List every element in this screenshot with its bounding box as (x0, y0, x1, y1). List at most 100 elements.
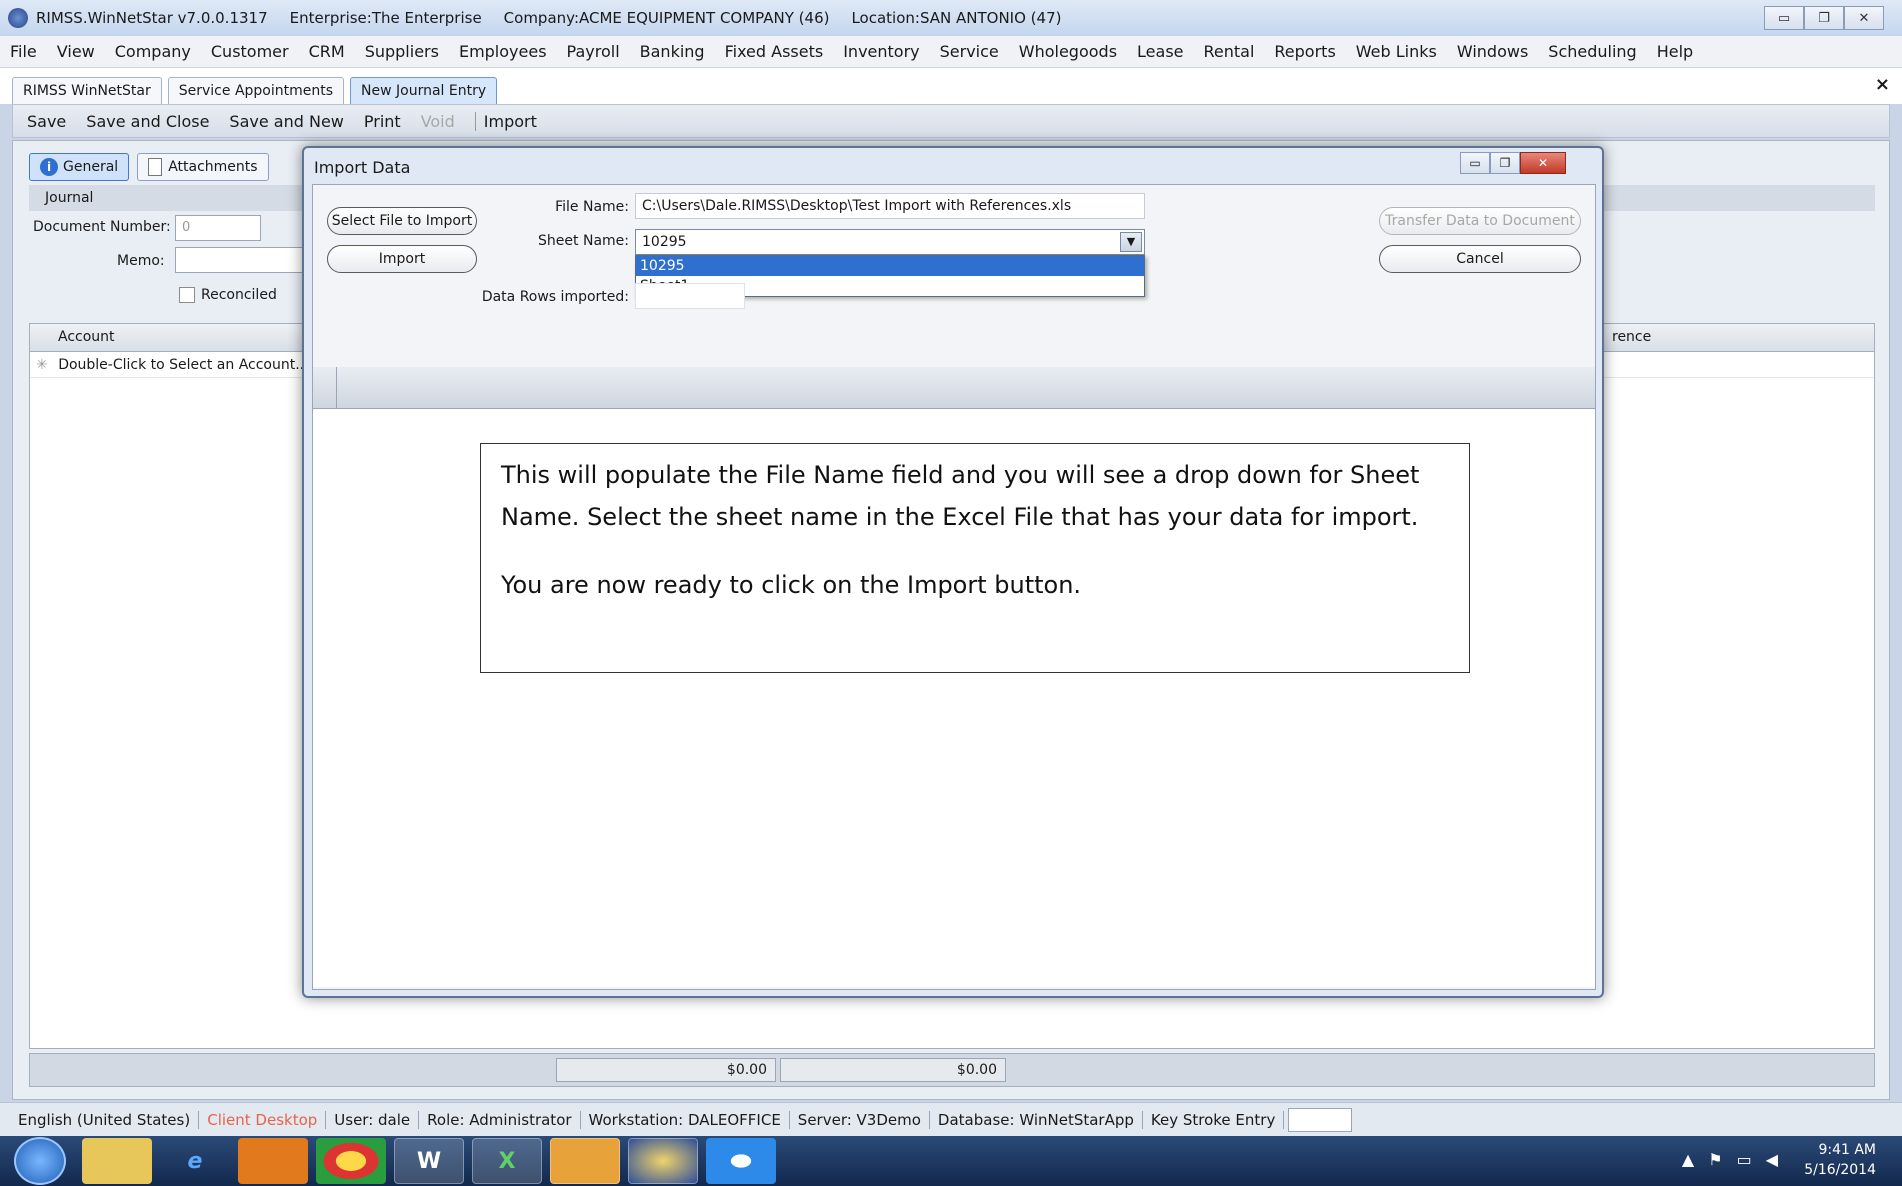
menu-view[interactable]: View (57, 42, 95, 61)
dialog-window-controls: ▭ ❐ ✕ (1460, 152, 1566, 174)
menu-file[interactable]: File (10, 42, 37, 61)
status-database: Database: WinNetStarApp (930, 1110, 1143, 1129)
file-name-label: File Name: (555, 199, 629, 215)
location-label: Location:SAN ANTONIO (47) (851, 9, 1062, 27)
callout-line-1: This will populate the File Name field a… (501, 461, 1420, 531)
file-name-field[interactable]: C:\Users\Dale.RIMSS\Desktop\Test Import … (635, 193, 1145, 219)
credit-total: $0.00 (780, 1058, 1006, 1082)
menu-inventory[interactable]: Inventory (843, 42, 919, 61)
taskbar: e W X ▲⚑▭◀ 9:41 AM 5/16/2014 (0, 1136, 1902, 1186)
menu-company[interactable]: Company (115, 42, 191, 61)
menu-customer[interactable]: Customer (211, 42, 289, 61)
sheet-name-value: 10295 (642, 234, 687, 250)
start-button[interactable] (14, 1137, 66, 1185)
menu-wholegoods[interactable]: Wholegoods (1019, 42, 1117, 61)
document-number-label: Document Number: (33, 219, 171, 235)
outlook-icon[interactable] (550, 1138, 620, 1184)
file-explorer-icon[interactable] (82, 1138, 152, 1184)
cancel-button[interactable]: Cancel (1379, 245, 1581, 273)
menu-service[interactable]: Service (940, 42, 999, 61)
tab-attachments[interactable]: Attachments (137, 153, 269, 181)
menu-employees[interactable]: Employees (459, 42, 547, 61)
menu-lease[interactable]: Lease (1137, 42, 1183, 61)
dialog-restore-icon[interactable]: ❐ (1490, 152, 1520, 174)
document-tabs: RIMSS WinNetStar Service Appointments Ne… (0, 68, 1902, 104)
remote-app-icon[interactable] (706, 1138, 776, 1184)
menu-scheduling[interactable]: Scheduling (1548, 42, 1636, 61)
save-button[interactable]: Save (27, 112, 66, 131)
save-and-close-button[interactable]: Save and Close (86, 112, 209, 131)
excel-icon[interactable]: X (472, 1138, 542, 1184)
dialog-title: Import Data (314, 158, 411, 177)
tab-general[interactable]: i General (29, 153, 130, 181)
save-and-new-button[interactable]: Save and New (229, 112, 343, 131)
menu-web-links[interactable]: Web Links (1356, 42, 1437, 61)
preview-grid-header (313, 367, 1595, 409)
company-label: Company:ACME EQUIPMENT COMPANY (46) (503, 9, 830, 27)
chrome-icon[interactable] (316, 1138, 386, 1184)
close-tab-icon[interactable]: × (1875, 74, 1890, 95)
status-server: Server: V3Demo (790, 1110, 930, 1129)
column-account[interactable]: Account (58, 329, 115, 345)
chevron-down-icon[interactable]: ▼ (1120, 232, 1142, 252)
media-player-icon[interactable] (238, 1138, 308, 1184)
restore-icon[interactable]: ❐ (1804, 6, 1844, 30)
status-mode: Client Desktop (199, 1110, 327, 1129)
clock-time: 9:41 AM (1818, 1142, 1876, 1158)
enterprise-label: Enterprise:The Enterprise (289, 9, 482, 27)
app-title: RIMSS.WinNetStar v7.0.0.1317 (36, 9, 268, 27)
menu-suppliers[interactable]: Suppliers (365, 42, 439, 61)
dialog-close-icon[interactable]: ✕ (1520, 152, 1566, 174)
window-title-bar: RIMSS.WinNetStar v7.0.0.1317 Enterprise:… (0, 0, 1902, 36)
menu-fixed-assets[interactable]: Fixed Assets (725, 42, 824, 61)
keystroke-entry-field[interactable] (1288, 1107, 1353, 1132)
menu-crm[interactable]: CRM (309, 42, 345, 61)
status-language: English (United States) (10, 1110, 200, 1129)
reconciled-checkbox[interactable] (179, 287, 195, 303)
tab-new-journal-entry[interactable]: New Journal Entry (350, 77, 498, 104)
minimize-icon[interactable]: ▭ (1764, 6, 1804, 30)
memo-label: Memo: (117, 253, 165, 269)
document-number-field[interactable]: 0 (175, 215, 261, 241)
memo-field[interactable] (175, 247, 305, 273)
status-keystroke: Key Stroke Entry (1143, 1110, 1285, 1129)
internet-explorer-icon[interactable]: e (160, 1138, 230, 1184)
import-button[interactable]: Import (474, 111, 537, 131)
status-role: Role: Administrator (419, 1110, 581, 1129)
dialog-minimize-icon[interactable]: ▭ (1460, 152, 1490, 174)
close-icon[interactable]: ✕ (1844, 6, 1884, 30)
clock[interactable]: 9:41 AM 5/16/2014 (1804, 1140, 1876, 1180)
void-button: Void (420, 111, 455, 131)
sheet-name-label: Sheet Name: (538, 233, 629, 249)
select-file-button[interactable]: Select File to Import (327, 207, 477, 235)
rimss-app-icon[interactable] (628, 1138, 698, 1184)
column-reference[interactable]: rence (1612, 329, 1651, 345)
sheet-option-10295[interactable]: 10295 (636, 256, 1144, 276)
import-data-button[interactable]: Import (327, 245, 477, 273)
system-tray-icons[interactable]: ▲⚑▭◀ (1682, 1150, 1792, 1169)
select-account-placeholder: Double-Click to Select an Account... (58, 357, 309, 373)
toolbar: Save Save and Close Save and New Print V… (12, 104, 1890, 138)
app-logo-icon (8, 8, 28, 28)
info-icon: i (40, 158, 58, 176)
print-button[interactable]: Print (364, 112, 401, 131)
tab-service-appointments[interactable]: Service Appointments (167, 77, 345, 104)
status-workstation: Workstation: DALEOFFICE (581, 1110, 790, 1129)
menu-reports[interactable]: Reports (1274, 42, 1335, 61)
tab-attachments-label: Attachments (168, 159, 258, 175)
tab-rimss-winnetstar[interactable]: RIMSS WinNetStar (12, 77, 162, 104)
clock-date: 5/16/2014 (1804, 1162, 1876, 1178)
menu-banking[interactable]: Banking (640, 42, 705, 61)
menu-windows[interactable]: Windows (1457, 42, 1528, 61)
word-icon[interactable]: W (394, 1138, 464, 1184)
menu-help[interactable]: Help (1657, 42, 1693, 61)
totals-bar: $0.00 $0.00 (29, 1053, 1875, 1087)
callout-line-2: You are now ready to click on the Import… (501, 571, 1082, 599)
menu-payroll[interactable]: Payroll (567, 42, 620, 61)
sheet-name-select[interactable]: 10295 ▼ (635, 229, 1145, 255)
menu-rental[interactable]: Rental (1204, 42, 1255, 61)
debit-total: $0.00 (556, 1058, 776, 1082)
status-user: User: dale (326, 1110, 420, 1129)
reconciled-label: Reconciled (201, 287, 277, 303)
rows-imported-field (635, 283, 745, 309)
